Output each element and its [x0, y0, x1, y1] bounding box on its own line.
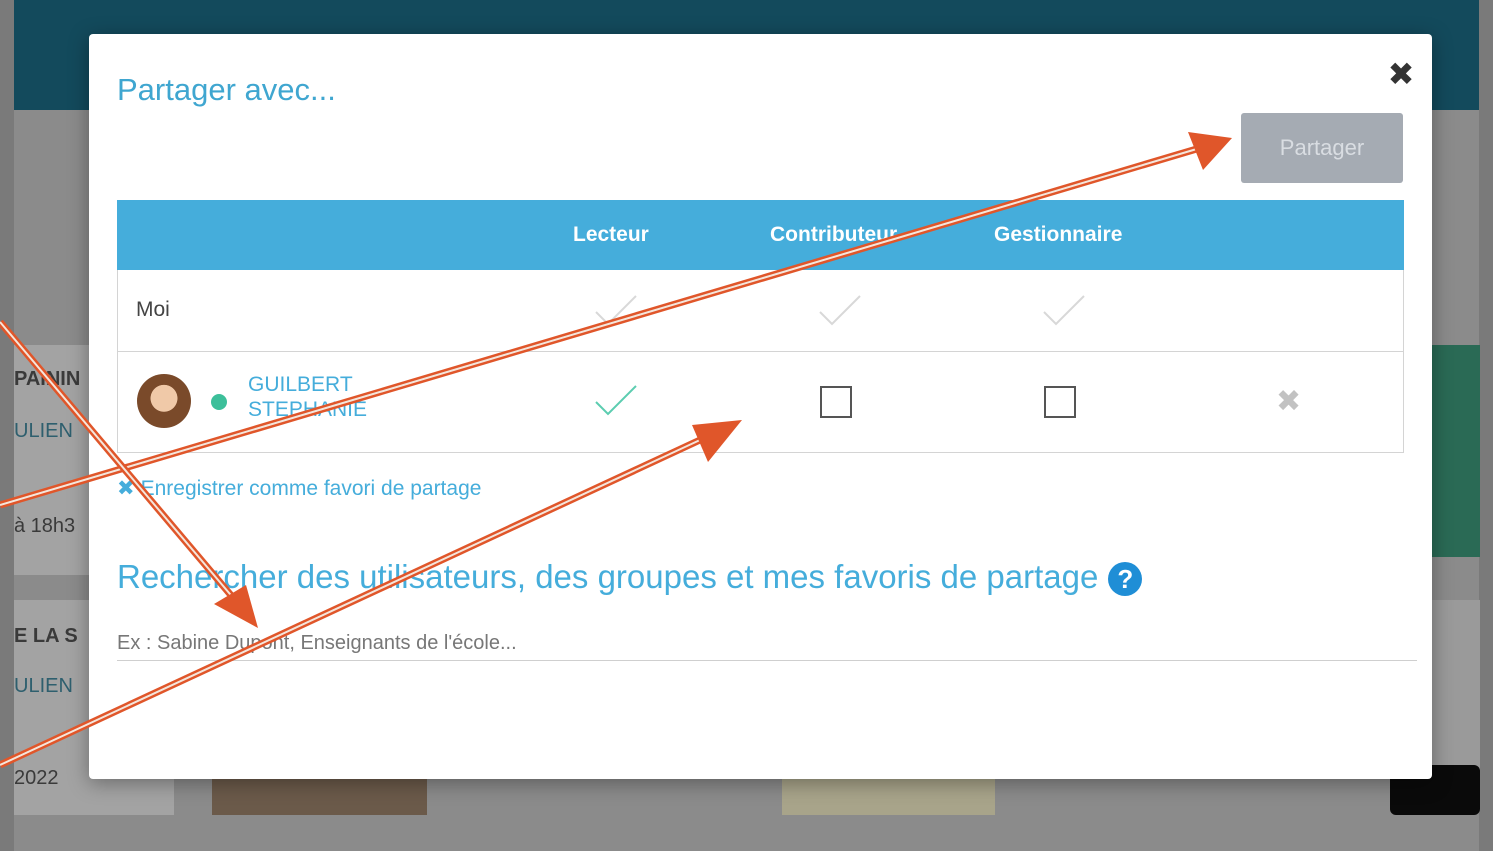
save-favorite-link[interactable]: ✖ Enregistrer comme favori de partage	[117, 476, 481, 501]
search-input[interactable]	[117, 626, 1417, 661]
gestionnaire-checkbox[interactable]	[1044, 386, 1076, 418]
check-icon	[592, 292, 640, 328]
column-header-lecteur: Lecteur	[573, 223, 649, 246]
me-label: Moi	[136, 298, 170, 321]
background-card-title: PAININ	[14, 368, 81, 390]
check-icon	[816, 292, 864, 328]
background-card-author: ULIEN	[14, 675, 73, 697]
table-header: Lecteur Contributeur Gestionnaire	[117, 200, 1404, 270]
column-header-contributeur: Contributeur	[770, 223, 898, 246]
table-row-me: Moi	[117, 270, 1404, 352]
favorite-x-icon: ✖	[117, 477, 135, 500]
online-status-dot	[211, 394, 227, 410]
user-last-name: GUILBERT	[248, 373, 353, 396]
check-icon	[1040, 292, 1088, 328]
lecteur-check-icon[interactable]	[592, 382, 640, 418]
avatar	[137, 374, 191, 428]
background-card-author: ULIEN	[14, 420, 73, 442]
close-icon[interactable]: ✖	[1381, 54, 1421, 94]
share-button[interactable]: Partager	[1241, 113, 1403, 183]
share-dialog: Partager avec... ✖ Partager Lecteur Cont…	[89, 34, 1432, 779]
permissions-table: Lecteur Contributeur Gestionnaire Moi GU…	[117, 200, 1404, 453]
contributeur-checkbox[interactable]	[820, 386, 852, 418]
background-card-meta: à 18h3	[14, 515, 76, 537]
dialog-title: Partager avec...	[117, 72, 336, 107]
background-thumbnail	[782, 775, 995, 815]
search-title-text: Rechercher des utilisateurs, des groupes…	[117, 558, 1099, 595]
user-name[interactable]: GUILBERT STEPHANIE	[248, 372, 408, 422]
help-icon[interactable]: ?	[1108, 562, 1143, 597]
background-thumbnail	[212, 775, 427, 815]
search-title: Rechercher des utilisateurs, des groupes…	[117, 558, 1143, 597]
save-favorite-label: Enregistrer comme favori de partage	[140, 477, 482, 500]
table-row-user: GUILBERT STEPHANIE ✖	[117, 352, 1404, 453]
remove-user-icon[interactable]: ✖	[1276, 384, 1301, 419]
background-card-meta: 2022	[14, 767, 59, 789]
background-card-title: E LA S	[14, 625, 78, 647]
column-header-gestionnaire: Gestionnaire	[994, 223, 1123, 246]
user-first-name: STEPHANIE	[248, 398, 368, 421]
